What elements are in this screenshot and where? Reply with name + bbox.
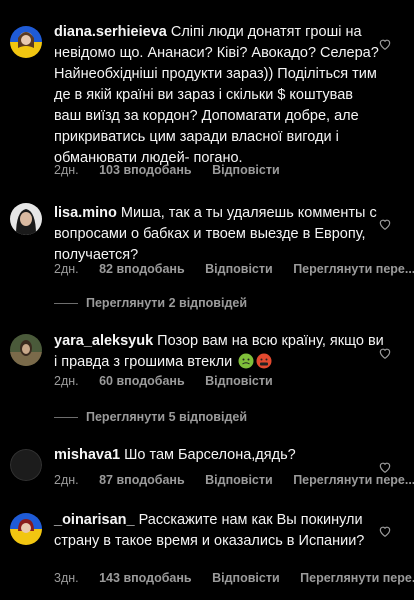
reply-button[interactable]: Відповісти (212, 571, 280, 585)
comment-meta: 2дн. 60 вподобань Відповісти (54, 374, 290, 388)
avatar[interactable] (10, 449, 42, 481)
view-replies-label: Переглянути 5 відповідей (86, 410, 248, 424)
heart-outline-icon[interactable] (378, 524, 392, 538)
comment-likes[interactable]: 87 вподобань (99, 473, 185, 487)
view-replies-label: Переглянути 2 відповідей (86, 296, 248, 310)
comment-time: 2дн. (54, 374, 79, 388)
comment-likes[interactable]: 103 вподобань (99, 163, 192, 177)
comment-time: 2дн. (54, 163, 79, 177)
comment-username[interactable]: mishava1 (54, 447, 120, 463)
comment-username[interactable]: lisa.mino (54, 205, 117, 221)
reply-button[interactable]: Відповісти (205, 262, 273, 276)
heart-outline-icon[interactable] (378, 460, 392, 474)
comment-time: 2дн. (54, 473, 79, 487)
comment-meta: 2дн. 82 вподобань Відповісти Переглянути… (54, 262, 414, 276)
divider (54, 303, 78, 305)
comment-text: Шо там Барселона,дядь? (124, 447, 296, 463)
heart-outline-icon[interactable] (378, 346, 392, 360)
avatar[interactable] (10, 26, 42, 58)
nauseated-face-icon (238, 353, 254, 369)
see-translation-button[interactable]: Переглянути пере... (300, 571, 414, 585)
reply-button[interactable]: Відповісти (212, 163, 280, 177)
cursing-face-icon (256, 353, 272, 369)
divider (54, 417, 78, 419)
see-translation-button[interactable]: Переглянути пере... (293, 473, 414, 487)
avatar[interactable] (10, 513, 42, 545)
comment-likes[interactable]: 143 вподобань (99, 571, 192, 585)
avatar[interactable] (10, 203, 42, 235)
view-replies-button[interactable]: Переглянути 2 відповідей (54, 296, 247, 310)
reply-button[interactable]: Відповісти (205, 473, 273, 487)
heart-outline-icon[interactable] (378, 217, 392, 231)
comment-likes[interactable]: 60 вподобань (99, 374, 185, 388)
reply-button[interactable]: Відповісти (205, 374, 273, 388)
comment-username[interactable]: yara_aleksyuk (54, 333, 153, 349)
see-translation-button[interactable]: Переглянути пере... (293, 262, 414, 276)
comment-time: 2дн. (54, 262, 79, 276)
comment-body: yara_aleksyuk Позор вам на всю країну, як… (54, 331, 384, 373)
comment-meta: 3дн. 143 вподобань Відповісти Переглянут… (54, 571, 414, 585)
comment-body: _oinarisan_ Расскажите нам как Вы покинул… (54, 510, 384, 552)
comment-username[interactable]: _oinarisan_ (54, 512, 135, 528)
comment-body: mishava1 Шо там Барселона,дядь? (54, 445, 384, 466)
comment-username[interactable]: diana.serhieieva (54, 24, 167, 40)
comment-body: diana.serhieieva Сліпі люди донатят гроші… (54, 22, 384, 169)
comment-meta: 2дн. 87 вподобань Відповісти Переглянути… (54, 473, 414, 487)
comment-likes[interactable]: 82 вподобань (99, 262, 185, 276)
comment-time: 3дн. (54, 571, 79, 585)
view-replies-button[interactable]: Переглянути 5 відповідей (54, 410, 247, 424)
comment-body: lisa.mino Миша, так а ты удаляешь коммент… (54, 203, 384, 266)
comment-meta: 2дн. 103 вподобань Відповісти (54, 163, 297, 177)
avatar[interactable] (10, 334, 42, 366)
heart-outline-icon[interactable] (378, 37, 392, 51)
comment-text: Сліпі люди донатят гроші на невідомо що.… (54, 24, 379, 166)
